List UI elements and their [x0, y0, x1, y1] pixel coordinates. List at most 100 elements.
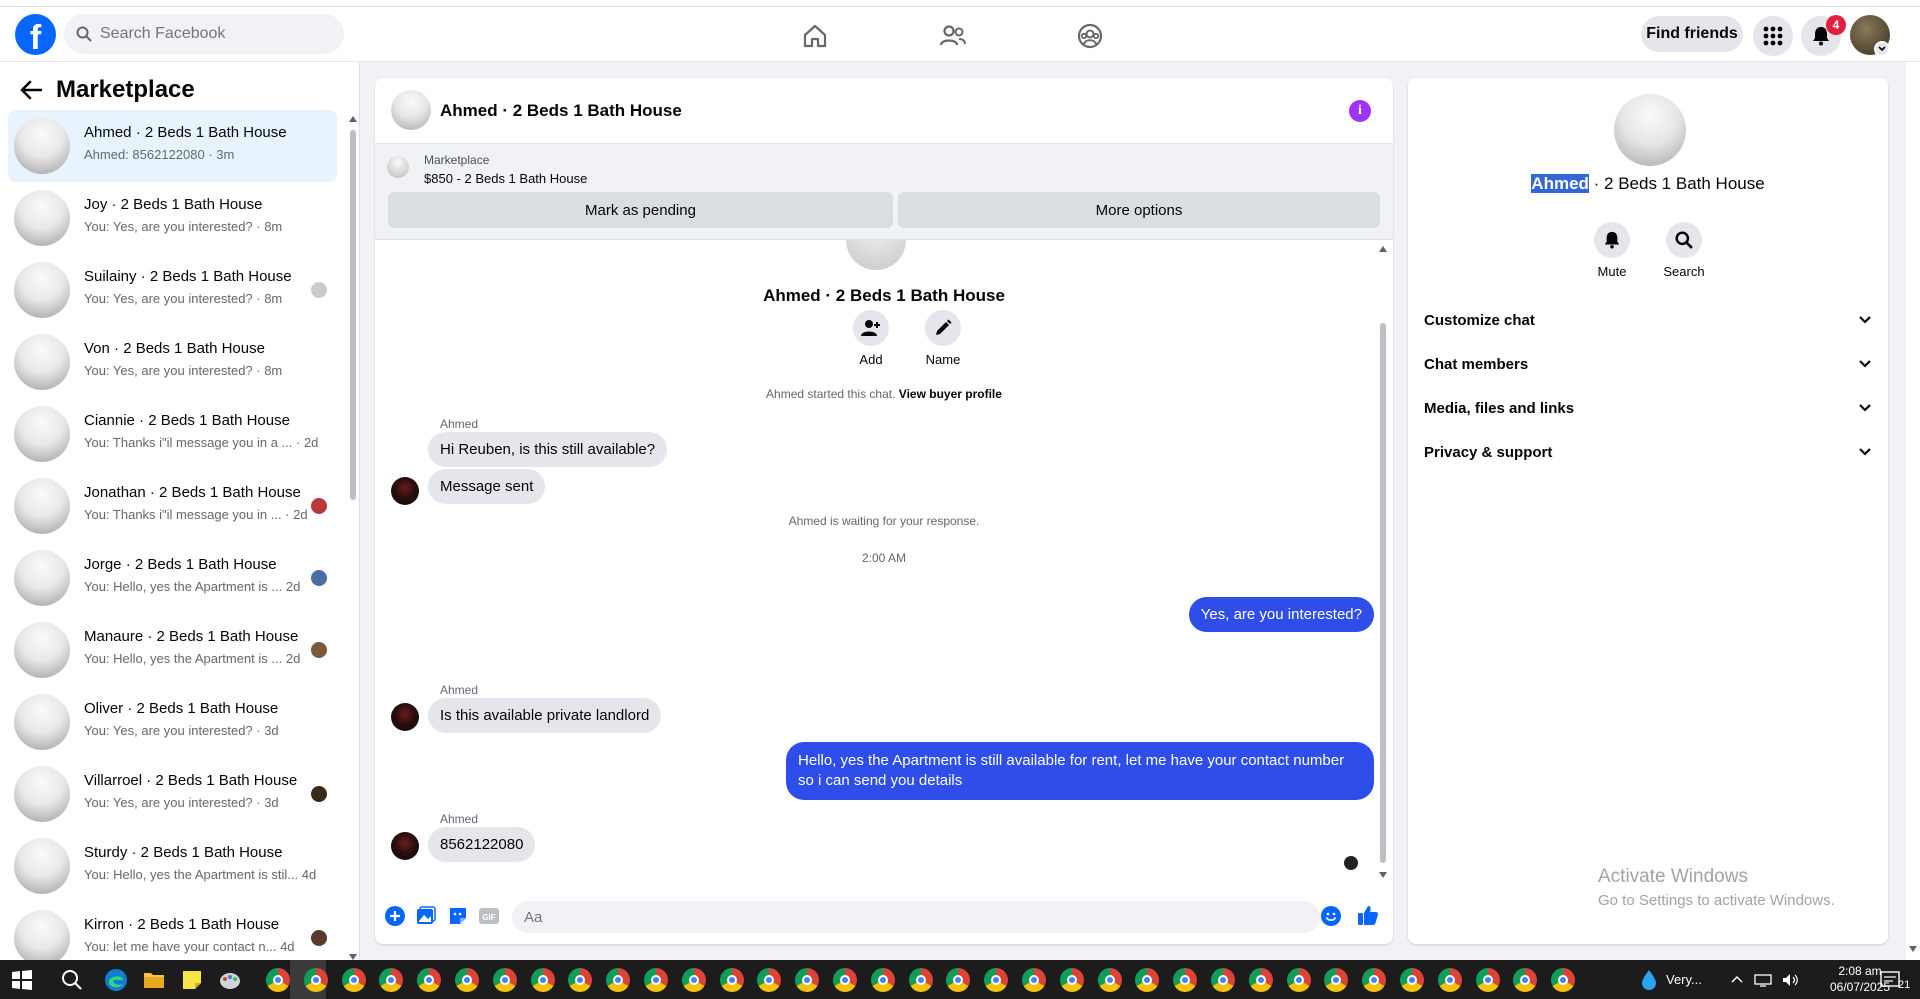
media-files-links-section[interactable]: Media, files and links	[1424, 390, 1872, 426]
chrome-browser-icon[interactable]	[946, 968, 971, 992]
conversation-item[interactable]: Jorge · 2 Beds 1 Bath House You: Hello, y…	[8, 542, 337, 614]
chrome-browser-icon[interactable]	[303, 968, 328, 992]
file-explorer-icon[interactable]	[142, 968, 166, 992]
chat-scrollbar[interactable]	[1378, 246, 1388, 888]
chrome-browser-icon[interactable]	[1059, 968, 1084, 992]
search-bar[interactable]	[64, 14, 344, 54]
listing-price-title[interactable]: $850 - 2 Beds 1 Bath House	[424, 171, 587, 186]
name-chat-action[interactable]: Name	[913, 310, 973, 367]
info-icon[interactable]: i	[1349, 100, 1371, 122]
chrome-browser-icon[interactable]	[1400, 968, 1424, 992]
conversation-item[interactable]: Suilainy · 2 Beds 1 Bath House You: Yes, …	[8, 254, 337, 326]
find-friends-button[interactable]: Find friends	[1641, 16, 1743, 52]
chrome-browser-icon[interactable]	[870, 968, 895, 992]
photo-icon[interactable]	[416, 906, 436, 926]
chrome-browser-icon[interactable]	[644, 968, 668, 992]
system-tray-icons[interactable]	[1730, 960, 1800, 999]
page-scrollbar[interactable]	[1906, 62, 1920, 960]
gif-icon[interactable]: GIF	[479, 906, 499, 926]
sender-avatar[interactable]	[391, 832, 419, 860]
like-thumb-icon[interactable]	[1357, 904, 1379, 926]
mute-action[interactable]: Mute	[1582, 222, 1642, 279]
notification-center-icon[interactable]: 21	[1880, 960, 1910, 999]
chrome-browser-icon[interactable]	[1097, 968, 1122, 992]
chrome-browser-icon[interactable]	[379, 968, 404, 992]
add-people-action[interactable]: Add	[841, 310, 901, 367]
sidebar-scrollbar[interactable]	[349, 116, 357, 960]
windows-start-icon[interactable]	[10, 968, 34, 992]
facebook-logo[interactable]: f	[15, 14, 56, 55]
taskbar-search-icon[interactable]	[60, 968, 84, 992]
chrome-browser-icon[interactable]	[1551, 968, 1576, 992]
sender-avatar[interactable]	[391, 477, 419, 505]
chrome-browser-icon[interactable]	[530, 968, 555, 992]
sticky-notes-icon[interactable]	[180, 968, 204, 992]
chrome-browser-icon[interactable]	[492, 968, 517, 992]
chrome-browser-icon[interactable]	[1022, 968, 1046, 992]
chrome-browser-icon[interactable]	[1248, 968, 1273, 992]
conversation-item[interactable]: Von · 2 Beds 1 Bath House You: Yes, are y…	[8, 326, 337, 398]
chrome-browser-icon[interactable]	[795, 968, 820, 992]
chrome-browser-icon[interactable]	[681, 968, 706, 992]
sender-avatar[interactable]	[391, 703, 419, 731]
privacy-support-section[interactable]: Privacy & support	[1424, 434, 1872, 470]
incoming-message[interactable]: Hi Reuben, is this still available?	[428, 432, 668, 467]
chrome-browser-icon[interactable]	[908, 968, 933, 992]
chat-header-name[interactable]: Ahmed · 2 Beds 1 Bath House	[440, 101, 682, 121]
menu-button[interactable]	[1753, 16, 1793, 56]
chrome-browser-icon[interactable]	[1173, 968, 1198, 992]
chat-members-section[interactable]: Chat members	[1424, 346, 1872, 382]
chrome-browser-icon[interactable]	[1475, 968, 1500, 992]
outgoing-message[interactable]: Yes, are you interested?	[1188, 597, 1374, 632]
message-input[interactable]	[512, 901, 1320, 933]
conversation-item[interactable]: Ahmed · 2 Beds 1 Bath House Ahmed: 856212…	[8, 110, 337, 182]
chrome-browser-icon[interactable]	[984, 968, 1009, 992]
incoming-message[interactable]: 8562122080	[428, 827, 536, 862]
chrome-browser-icon[interactable]	[757, 968, 782, 992]
conversation-item[interactable]: Manaure · 2 Beds 1 Bath House You: Hello,…	[8, 614, 337, 686]
incoming-message[interactable]: Message sent	[428, 469, 546, 504]
conversation-item[interactable]: Ciannie · 2 Beds 1 Bath House You: Thanks…	[8, 398, 337, 470]
chrome-browser-icon[interactable]	[719, 968, 744, 992]
incoming-message[interactable]: Is this available private landlord	[428, 698, 662, 733]
account-chevron-icon[interactable]	[1874, 41, 1890, 57]
view-buyer-profile-link[interactable]: View buyer profile	[899, 387, 1002, 401]
more-options-button[interactable]: More options	[898, 192, 1380, 228]
friends-icon[interactable]	[938, 21, 968, 51]
outgoing-message[interactable]: Hello, yes the Apartment is still availa…	[786, 742, 1374, 800]
tray-chevron-up-icon[interactable]	[1606, 0, 1618, 39]
conversation-item[interactable]: Joy · 2 Beds 1 Bath House You: Yes, are y…	[8, 182, 337, 254]
conversation-item[interactable]: Jonathan · 2 Beds 1 Bath House You: Thank…	[8, 470, 337, 542]
chat-avatar[interactable]	[391, 90, 431, 130]
conversation-item[interactable]: Sturdy · 2 Beds 1 Bath House You: Hello, …	[8, 830, 337, 902]
chrome-browser-icon[interactable]	[568, 968, 593, 992]
chrome-browser-icon[interactable]	[606, 968, 631, 992]
chrome-browser-icon[interactable]	[1135, 968, 1160, 992]
chrome-browser-icon[interactable]	[833, 968, 857, 992]
plus-icon[interactable]	[385, 906, 405, 926]
chrome-browser-icon[interactable]	[341, 968, 366, 992]
customize-chat-section[interactable]: Customize chat	[1424, 302, 1872, 338]
chrome-browser-icon[interactable]	[417, 968, 442, 992]
home-icon[interactable]	[800, 21, 830, 51]
chat-scroll-thumb[interactable]	[1380, 323, 1386, 863]
paint-icon[interactable]	[218, 968, 242, 992]
conversation-item[interactable]: Villarroel · 2 Beds 1 Bath House You: Yes…	[8, 758, 337, 830]
weather-widget[interactable]: Very...	[1640, 960, 1702, 999]
search-action[interactable]: Search	[1654, 222, 1714, 279]
chrome-browser-icon[interactable]	[1513, 968, 1538, 992]
chrome-browser-icon[interactable]	[1437, 968, 1462, 992]
emoji-icon[interactable]	[1321, 906, 1341, 926]
conversation-item[interactable]: Oliver · 2 Beds 1 Bath House You: Yes, ar…	[8, 686, 337, 758]
details-avatar[interactable]	[1614, 94, 1686, 166]
search-input[interactable]	[100, 25, 320, 43]
groups-icon[interactable]	[1075, 21, 1105, 51]
chrome-browser-icon[interactable]	[1362, 968, 1387, 992]
chrome-browser-icon[interactable]	[1286, 968, 1311, 992]
back-arrow-icon[interactable]	[20, 80, 42, 100]
chrome-browser-icon[interactable]	[266, 968, 290, 992]
chrome-browser-icon[interactable]	[1211, 968, 1235, 992]
chrome-browser-icon[interactable]	[455, 968, 479, 992]
listing-thumbnail[interactable]	[387, 156, 409, 178]
mark-as-pending-button[interactable]: Mark as pending	[388, 192, 893, 228]
